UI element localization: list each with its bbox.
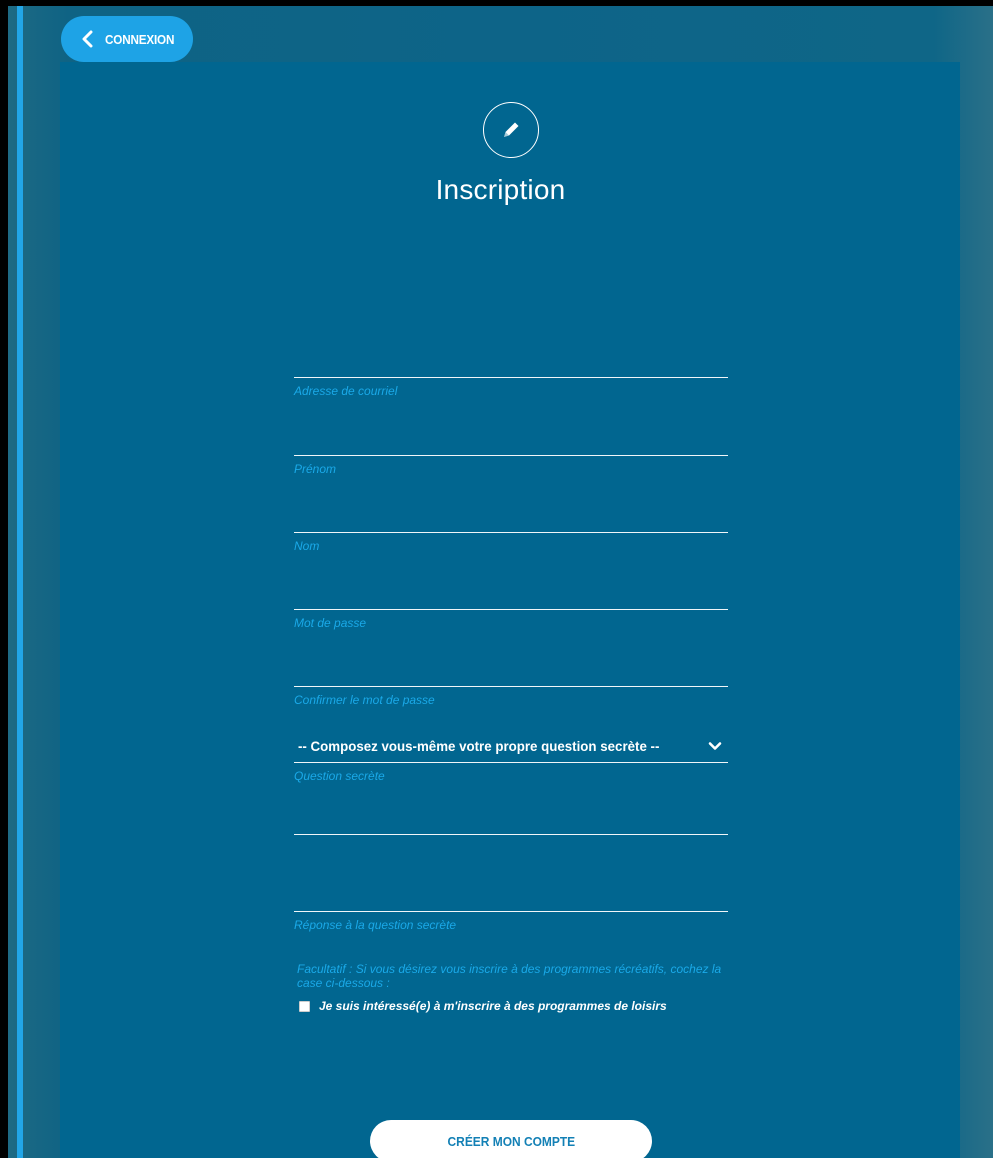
confirm-password-field[interactable]: Confirmer le mot de passe xyxy=(294,662,728,707)
secret-question-selected-value: -- Composez vous-même votre propre quest… xyxy=(298,738,660,754)
optional-note: Facultatif : Si vous désirez vous inscri… xyxy=(297,962,722,990)
last-name-underline xyxy=(294,532,728,533)
leisure-checkbox-label[interactable]: Je suis intéressé(e) à m'inscrire à des … xyxy=(319,999,667,1013)
secret-answer-underline xyxy=(294,911,728,912)
chevron-left-icon xyxy=(82,30,93,48)
email-caption: Adresse de courriel xyxy=(294,384,398,398)
leisure-checkbox[interactable] xyxy=(299,1000,310,1012)
password-field[interactable]: Mot de passe xyxy=(294,585,728,630)
pencil-icon xyxy=(483,102,539,158)
last-name-field[interactable]: Nom xyxy=(294,508,728,553)
first-name-field[interactable]: Prénom xyxy=(294,431,728,476)
back-button-label: CONNEXION xyxy=(105,31,175,47)
password-underline xyxy=(294,609,728,610)
leisure-checkbox-row[interactable]: Je suis intéressé(e) à m'inscrire à des … xyxy=(299,999,667,1013)
secret-answer-caption: Réponse à la question secrète xyxy=(294,918,457,932)
email-field[interactable]: Adresse de courriel xyxy=(294,353,728,398)
confirm-password-underline xyxy=(294,686,728,687)
secret-question-select-underline: Question secrète xyxy=(294,762,728,783)
last-name-caption: Nom xyxy=(294,539,320,553)
first-name-caption: Prénom xyxy=(294,462,337,476)
create-account-button[interactable]: CRÉER MON COMPTE xyxy=(370,1120,652,1158)
password-caption: Mot de passe xyxy=(294,616,367,630)
create-account-label: CRÉER MON COMPTE xyxy=(447,1133,575,1149)
secret-question-caption: Question secrète xyxy=(294,769,385,783)
back-to-login-button[interactable]: CONNEXION xyxy=(61,16,193,62)
custom-question-underline xyxy=(294,834,728,835)
custom-secret-question-field[interactable] xyxy=(294,810,728,835)
email-underline xyxy=(294,377,728,378)
secret-answer-field[interactable]: Réponse à la question secrète xyxy=(294,887,728,932)
chevron-down-icon xyxy=(708,742,722,750)
secret-question-select[interactable]: -- Composez vous-même votre propre quest… xyxy=(294,730,728,762)
first-name-underline xyxy=(294,455,728,456)
page-background: CONNEXION Inscription Adresse de courrie… xyxy=(8,6,993,1158)
page-title: Inscription xyxy=(435,174,566,205)
confirm-password-caption: Confirmer le mot de passe xyxy=(294,693,435,707)
